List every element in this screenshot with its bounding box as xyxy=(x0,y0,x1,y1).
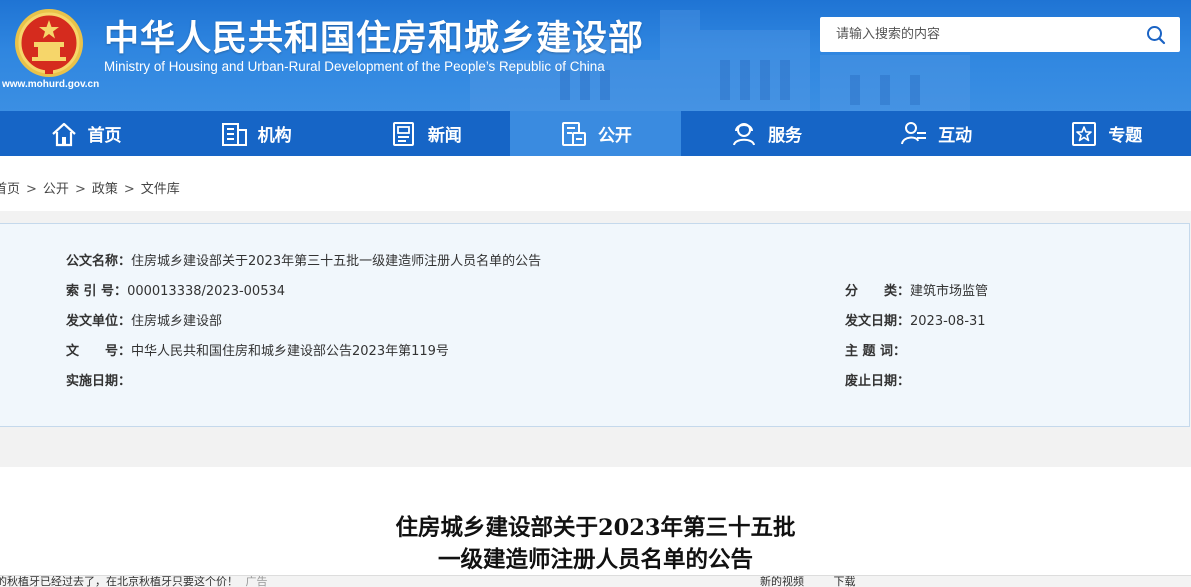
meta-docno-row: 文 号：中华人民共和国住房和城乡建设部公告2023年第119号 xyxy=(66,340,449,359)
meta-label: 公文名称： xyxy=(66,254,132,269)
meta-date-value: 2023-08-31 xyxy=(910,314,986,329)
meta-expiry-row: 废止日期： xyxy=(845,370,910,389)
meta-label: 索 引 号： xyxy=(66,284,128,299)
nav-label: 首页 xyxy=(87,126,122,146)
document-meta-box: 公文名称：住房城乡建设部关于2023年第三十五批一级建造师注册人员名单的公告 索… xyxy=(0,223,1190,427)
new-video-button[interactable]: 新的视频 xyxy=(760,576,804,587)
meta-title-value: 住房城乡建设部关于2023年第三十五批一级建造师注册人员名单的公告 xyxy=(131,254,542,269)
meta-label: 分 类： xyxy=(845,284,911,299)
bottom-toolbar: 新的视频 下载 xyxy=(760,576,882,587)
meta-docno-value: 中华人民共和国住房和城乡建设部公告2023年第119号 xyxy=(131,344,449,359)
meta-title-row: 公文名称：住房城乡建设部关于2023年第三十五批一级建造师注册人员名单的公告 xyxy=(66,250,541,269)
nav-label: 公开 xyxy=(597,126,632,146)
breadcrumb-separator: > xyxy=(26,182,37,197)
meta-label: 文 号： xyxy=(66,344,132,359)
nav-label: 新闻 xyxy=(427,126,462,146)
breadcrumb: 首页 > 公开 > 政策 > 文件库 xyxy=(0,178,180,197)
article-title: 住房城乡建设部关于2023年第三十五批 一级建造师注册人员名单的公告 xyxy=(0,512,1191,576)
article-content: 住房城乡建设部关于2023年第三十五批 一级建造师注册人员名单的公告 xyxy=(0,467,1191,586)
search-input[interactable] xyxy=(820,17,1136,52)
meta-label: 实施日期： xyxy=(66,374,132,389)
main-nav: 首页 机构 新闻 公开 服务 互动 专题 xyxy=(0,111,1191,156)
building-icon xyxy=(221,122,247,146)
article-title-line2: 一级建造师注册人员名单的公告 xyxy=(437,547,753,573)
meta-label: 主 题 词： xyxy=(845,344,907,359)
meta-category-value: 建筑市场监管 xyxy=(910,284,989,299)
meta-label: 发文日期： xyxy=(845,314,911,329)
nav-label: 专题 xyxy=(1108,126,1143,146)
nav-item-news[interactable]: 新闻 xyxy=(340,111,510,156)
nav-item-topics[interactable]: 专题 xyxy=(1021,111,1191,156)
home-icon xyxy=(51,122,76,146)
site-subtitle: Ministry of Housing and Urban-Rural Deve… xyxy=(104,59,605,74)
national-emblem-icon xyxy=(15,9,83,77)
breadcrumb-separator: > xyxy=(74,182,86,197)
nav-item-home[interactable]: 首页 xyxy=(0,111,170,156)
breadcrumb-home[interactable]: 首页 xyxy=(0,182,20,197)
breadcrumb-file-library[interactable]: 文件库 xyxy=(141,182,180,197)
download-button[interactable]: 下载 xyxy=(834,576,856,587)
breadcrumb-bar: 首页 > 公开 > 政策 > 文件库 xyxy=(0,156,1191,211)
nav-item-service[interactable]: 服务 xyxy=(681,111,851,156)
document-icon xyxy=(561,121,586,146)
article-title-line1: 住房城乡建设部关于2023年第三十五批 xyxy=(395,515,796,541)
nav-item-organization[interactable]: 机构 xyxy=(170,111,340,156)
interaction-icon xyxy=(901,121,927,144)
meta-index-value: 000013338/2023-00534 xyxy=(127,284,286,299)
meta-index-row: 索 引 号：000013338/2023-00534 xyxy=(66,280,285,299)
meta-effective-row: 实施日期： xyxy=(66,370,131,389)
search-icon[interactable] xyxy=(1146,25,1166,45)
ad-tag: 广告 xyxy=(245,575,268,587)
site-header: 中华人民共和国住房和城乡建设部 Ministry of Housing and … xyxy=(0,0,1191,111)
site-title: 中华人民共和国住房和城乡建设部 xyxy=(104,19,645,59)
meta-category-row: 分 类：建筑市场监管 xyxy=(845,280,988,299)
nav-item-interaction[interactable]: 互动 xyxy=(851,111,1021,156)
site-url[interactable]: www.mohurd.gov.cn xyxy=(2,79,99,90)
browser-bottom-bar: 的秋植牙已经过去了，在北京秋植牙只要这个价！ 广告 新的视频 下载 xyxy=(0,575,1191,587)
breadcrumb-public[interactable]: 公开 xyxy=(43,182,69,197)
search-box xyxy=(820,17,1180,52)
star-topic-icon xyxy=(1072,121,1097,146)
news-ticker[interactable]: 的秋植牙已经过去了，在北京秋植牙只要这个价！ 广告 xyxy=(0,575,268,587)
meta-date-row: 发文日期：2023-08-31 xyxy=(845,310,986,329)
nav-label: 服务 xyxy=(768,126,803,146)
meta-issuer-row: 发文单位：住房城乡建设部 xyxy=(66,310,222,329)
meta-keywords-row: 主 题 词： xyxy=(845,340,906,359)
service-person-icon xyxy=(733,122,756,145)
news-ticker-text: 的秋植牙已经过去了，在北京秋植牙只要这个价！ xyxy=(0,575,238,587)
breadcrumb-separator: > xyxy=(123,182,135,197)
meta-issuer-value: 住房城乡建设部 xyxy=(131,314,223,329)
nav-item-public[interactable]: 公开 xyxy=(510,111,681,156)
meta-label: 废止日期： xyxy=(845,374,911,389)
meta-label: 发文单位： xyxy=(66,314,132,329)
breadcrumb-policy[interactable]: 政策 xyxy=(92,182,118,197)
nav-label: 机构 xyxy=(257,126,292,146)
news-icon xyxy=(392,121,414,146)
nav-label: 互动 xyxy=(938,126,973,146)
